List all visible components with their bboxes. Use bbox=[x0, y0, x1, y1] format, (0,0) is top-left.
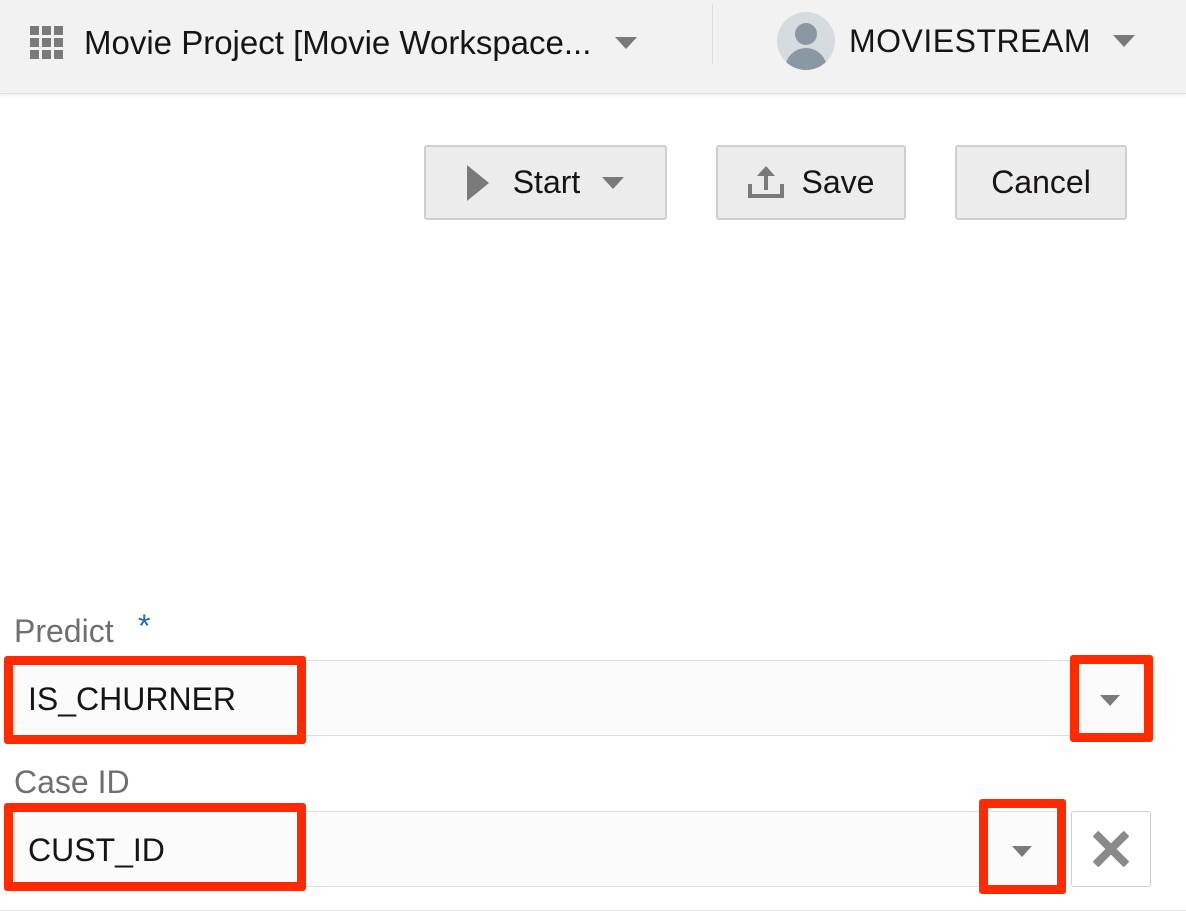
case-id-select[interactable]: CUST_ID bbox=[14, 811, 1062, 887]
clear-case-id-button[interactable] bbox=[1071, 811, 1151, 887]
user-menu[interactable]: MOVIESTREAM bbox=[777, 12, 1135, 70]
project-title: Movie Project [Movie Workspace... bbox=[84, 24, 592, 61]
predict-select[interactable]: IS_CHURNER bbox=[14, 660, 1150, 736]
close-icon bbox=[1091, 829, 1131, 869]
avatar-icon bbox=[777, 12, 835, 70]
predict-value: IS_CHURNER bbox=[28, 681, 237, 717]
predict-label: Predict bbox=[14, 613, 114, 649]
cancel-button[interactable]: Cancel bbox=[955, 145, 1127, 220]
save-button-label: Save bbox=[801, 164, 875, 200]
cancel-button-label: Cancel bbox=[991, 164, 1091, 200]
case-id-label: Case ID bbox=[14, 764, 130, 800]
grid-icon bbox=[30, 26, 64, 60]
chevron-down-icon bbox=[1112, 35, 1135, 47]
upload-icon bbox=[747, 165, 784, 200]
required-marker: * bbox=[138, 608, 151, 644]
divider bbox=[0, 910, 1186, 911]
start-button[interactable]: Start bbox=[424, 145, 667, 220]
start-button-label: Start bbox=[512, 164, 581, 200]
chevron-down-icon[interactable] bbox=[602, 176, 625, 189]
header-divider bbox=[712, 4, 713, 64]
app-header: Movie Project [Movie Workspace... MOVIES… bbox=[0, 0, 1186, 94]
play-icon bbox=[466, 164, 489, 201]
save-button[interactable]: Save bbox=[716, 145, 906, 220]
chevron-down-icon[interactable] bbox=[1012, 846, 1032, 857]
case-id-value: CUST_ID bbox=[28, 832, 165, 868]
chevron-down-icon[interactable] bbox=[1100, 695, 1120, 706]
project-switcher[interactable]: Movie Project [Movie Workspace... bbox=[30, 18, 638, 68]
chevron-down-icon bbox=[615, 37, 638, 49]
user-name: MOVIESTREAM bbox=[849, 22, 1091, 59]
